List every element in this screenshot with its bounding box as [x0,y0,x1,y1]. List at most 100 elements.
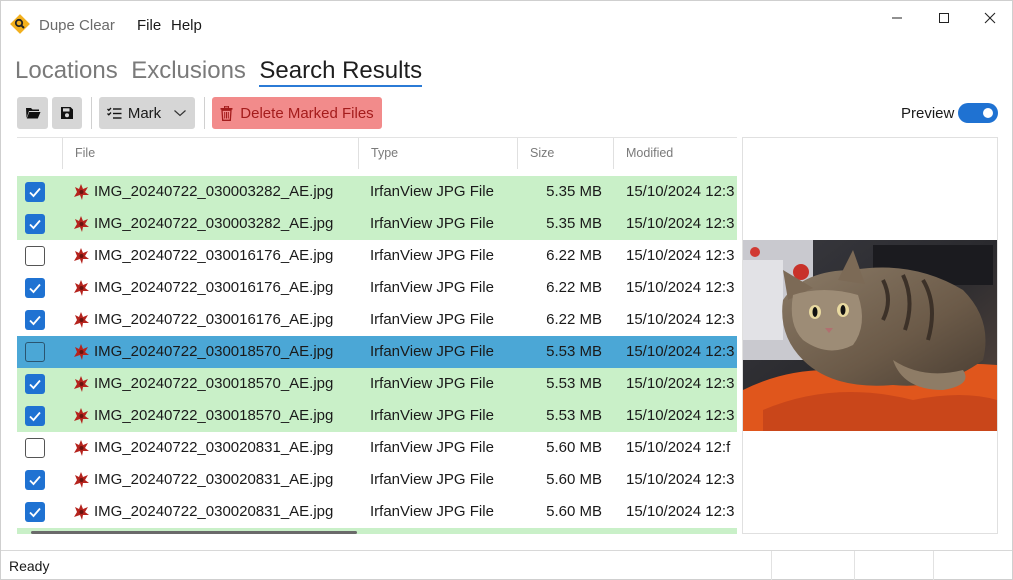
minimize-button[interactable] [874,1,920,35]
status-divider [771,551,772,580]
cell-modified: 15/10/2024 12:3 [626,279,735,296]
cell-modified: 15/10/2024 12:3 [626,343,735,360]
mark-dropdown-button[interactable]: Mark [99,97,195,129]
cell-size: 5.53 MB [546,407,602,424]
cell-type: IrfanView JPG File [370,279,494,296]
row-checkbox[interactable] [25,374,45,394]
irfanview-file-icon [74,280,89,296]
cell-type: IrfanView JPG File [370,343,494,360]
cell-file: IMG_20240722_030003282_AE.jpg [94,215,334,232]
cell-modified: 15/10/2024 12:3 [626,215,735,232]
checklist-icon [106,107,122,119]
row-checkbox[interactable] [25,470,45,490]
preview-label: Preview [901,105,955,122]
column-header-size[interactable]: Size [517,138,613,169]
status-divider [933,551,934,580]
table-row[interactable]: IMG_20240722_030003282_AE.jpg IrfanView J… [17,208,737,240]
cell-file: IMG_20240722_030018570_AE.jpg [94,375,334,392]
table-row[interactable]: IMG_20240722_030016176_AE.jpg IrfanView J… [17,304,737,336]
table-row[interactable]: IMG_20240722_030020831_AE.jpg IrfanView J… [17,432,737,464]
toggle-knob [983,108,993,118]
row-checkbox[interactable] [25,502,45,522]
row-checkbox[interactable] [25,246,45,266]
table-row[interactable]: IMG_20240722_030020831_AE.jpg IrfanView J… [17,464,737,496]
row-checkbox[interactable] [25,342,45,362]
row-checkbox[interactable] [25,278,45,298]
save-icon [61,107,73,119]
status-bar: Ready [1,550,1012,580]
maximize-icon [939,13,949,23]
table-row[interactable]: IMG_20240722_030018570_AE.jpg IrfanView J… [17,400,737,432]
irfanview-file-icon [74,248,89,264]
checkmark-icon [29,283,41,294]
tab-locations[interactable]: Locations [15,57,118,85]
column-header-type[interactable]: Type [358,138,517,169]
cell-file: IMG_20240722_030003282_AE.jpg [94,183,334,200]
column-header-modified[interactable]: Modified [613,138,737,169]
checkmark-icon [29,315,41,326]
menu-file[interactable]: File [137,17,161,34]
cell-size: 5.60 MB [546,471,602,488]
menu-help[interactable]: Help [171,17,202,34]
checkmark-icon [29,507,41,518]
save-button[interactable] [52,97,82,129]
preview-toggle[interactable] [958,103,998,123]
status-text: Ready [9,558,50,574]
preview-image [743,240,997,431]
cell-size: 5.60 MB [546,503,602,520]
preview-pane [742,137,998,534]
checkmark-icon [29,219,41,230]
table-row[interactable]: IMG_20240722_030018570_AE.jpg IrfanView J… [17,336,737,368]
table-row[interactable]: IMG_20240722_030018570_AE.jpg IrfanView J… [17,368,737,400]
minimize-icon [892,17,902,19]
toolbar-divider [204,97,205,129]
cell-file: IMG_20240722_030016176_AE.jpg [94,247,334,264]
horizontal-scrollbar[interactable] [31,531,357,534]
cell-type: IrfanView JPG File [370,247,494,264]
table-row[interactable]: IMG_20240722_030016176_AE.jpg IrfanView J… [17,240,737,272]
row-checkbox[interactable] [25,214,45,234]
checkmark-icon [29,475,41,486]
delete-label: Delete Marked Files [240,104,374,122]
app-window: Dupe Clear File Help Locations Exclusion… [0,0,1013,580]
table-row[interactable]: IMG_20240722_030003282_AE.jpg IrfanView J… [17,176,737,208]
cell-modified: 15/10/2024 12:3 [626,407,735,424]
row-checkbox[interactable] [25,182,45,202]
folder-open-icon [25,108,40,119]
cell-size: 6.22 MB [546,279,602,296]
row-checkbox[interactable] [25,310,45,330]
cell-modified: 15/10/2024 12:3 [626,311,735,328]
cell-modified: 15/10/2024 12:3 [626,247,735,264]
row-checkbox[interactable] [25,406,45,426]
cell-size: 5.53 MB [546,375,602,392]
close-button[interactable] [967,1,1013,35]
column-header-check [17,138,62,169]
cell-size: 5.35 MB [546,183,602,200]
open-button[interactable] [17,97,48,129]
cell-type: IrfanView JPG File [370,439,494,456]
status-divider [854,551,855,580]
tab-exclusions[interactable]: Exclusions [131,57,246,85]
table-row[interactable]: IMG_20240722_030016176_AE.jpg IrfanView J… [17,272,737,304]
title-bar: Dupe Clear File Help [1,1,1012,47]
cell-modified: 15/10/2024 12:3 [626,183,735,200]
cell-file: IMG_20240722_030018570_AE.jpg [94,343,334,360]
app-logo-icon [10,14,30,34]
column-header-file[interactable]: File [62,138,358,169]
cell-size: 5.60 MB [546,439,602,456]
irfanview-file-icon [74,504,89,520]
cell-type: IrfanView JPG File [370,375,494,392]
cell-type: IrfanView JPG File [370,183,494,200]
cell-type: IrfanView JPG File [370,215,494,232]
row-checkbox[interactable] [25,438,45,458]
delete-marked-files-button[interactable]: Delete Marked Files [212,97,382,129]
tab-search-results[interactable]: Search Results [259,57,423,87]
maximize-button[interactable] [921,1,967,35]
irfanview-file-icon [74,312,89,328]
cell-type: IrfanView JPG File [370,471,494,488]
irfanview-file-icon [74,472,89,488]
irfanview-file-icon [74,408,89,424]
cell-file: IMG_20240722_030018570_AE.jpg [94,407,334,424]
checkmark-icon [29,411,41,422]
table-row[interactable]: IMG_20240722_030020831_AE.jpg IrfanView J… [17,496,737,528]
